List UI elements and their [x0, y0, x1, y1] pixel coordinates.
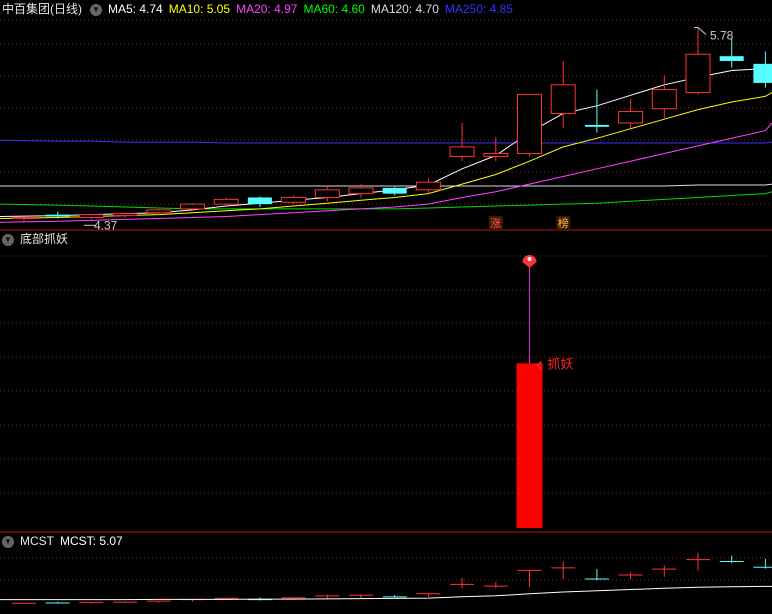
line-ma20 [0, 122, 772, 223]
line-ma60 [0, 191, 772, 210]
candle-body-8 [281, 196, 307, 203]
panel1-indicators: MA5: 4.74 MA10: 5.05 MA20: 4.97 MA60: 4.60 M… [108, 2, 519, 16]
panel1-indicator-1: MA10: 5.05 [168, 2, 231, 16]
panel1-title: 中百集团(日线) [2, 2, 82, 16]
candle-body-7 [247, 197, 272, 205]
candle-body-15 [517, 93, 542, 155]
panel3-title: MCST [20, 534, 54, 548]
candle-body-11 [382, 187, 407, 194]
chart-svg: 5.78 4.37 涨 榜抓妖 [0, 19, 772, 605]
candle-body-21 [719, 56, 744, 61]
candle-body-6 [213, 198, 239, 205]
line-ma250 [0, 139, 772, 144]
high-pointer-icon [694, 27, 707, 35]
panel3-indicator-0: MCST: 5.07 [60, 534, 123, 548]
panel2-collapse-icon[interactable]: ▼ [2, 233, 14, 246]
line-ma120 [0, 183, 772, 187]
candle-body-9 [314, 189, 340, 198]
candle-body-16 [550, 84, 576, 114]
signal-marker-dot [527, 257, 532, 261]
panel1-header: 中百集团(日线) ▼ MA5: 4.74 MA10: 5.05 MA20: 4.97 MA… [0, 0, 525, 18]
panel3-header: ▼ MCST MCST: 5.07 [0, 532, 135, 550]
panel1-indicator-3: MA60: 4.60 [303, 2, 365, 16]
line-mcst [0, 585, 772, 601]
candle-body-19 [651, 89, 677, 110]
candle-body-10 [348, 187, 374, 195]
candle-body-3 [112, 213, 138, 217]
panel1-indicator-4: MA120: 4.70 [370, 2, 439, 16]
panel2-header: ▼ 底部抓妖 [0, 230, 74, 248]
signal-label: 抓妖 [548, 357, 574, 372]
high-label: 5.78 [710, 29, 734, 43]
candle-body-22 [753, 63, 772, 83]
panel1-indicator-2: MA20: 4.97 [236, 2, 298, 16]
candle-body-4 [146, 209, 172, 214]
panel1-indicator-5: MA250: 4.85 [444, 2, 513, 16]
candle-body-0 [11, 217, 37, 219]
signal-marker-icon [522, 255, 537, 268]
candle-body-17 [584, 124, 609, 127]
candle-body-5 [180, 203, 205, 210]
panel1-collapse-icon[interactable]: ▼ [90, 3, 102, 16]
panel3-collapse-icon[interactable]: ▼ [2, 535, 14, 548]
candle-body-20 [685, 53, 711, 93]
tag-bang: 榜 [558, 216, 569, 230]
tag-zhang: 涨 [490, 217, 501, 230]
chart-stage: 5.78 4.37 涨 榜抓妖 中百集团(日线) ▼ MA5: 4.74 MA10: 5.0… [0, 0, 772, 609]
signal-bar [516, 363, 543, 528]
panel3-indicators: MCST: 5.07 [60, 534, 129, 548]
panel1-indicator-0: MA5: 4.74 [108, 2, 163, 16]
low-label: 4.37 [94, 218, 118, 232]
candle-body-18 [618, 111, 644, 124]
candle-body-13 [449, 146, 475, 157]
candle-body-12 [415, 181, 441, 191]
candle-body-1 [45, 214, 70, 217]
candle-body-14 [483, 153, 509, 157]
candle-body-2 [78, 214, 104, 219]
panel2-title: 底部抓妖 [20, 232, 69, 246]
